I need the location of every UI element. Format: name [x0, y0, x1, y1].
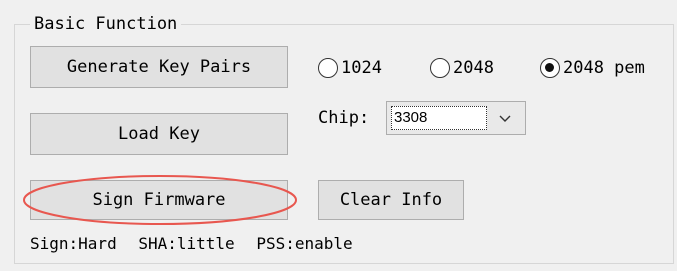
sign-firmware-button[interactable]: Sign Firmware [30, 180, 288, 220]
groupbox-title: Basic Function [30, 12, 182, 36]
status-line: Sign:Hard SHA:little PSS:enable [30, 233, 365, 255]
load-key-button[interactable]: Load Key [30, 113, 288, 155]
radio-checked-icon[interactable] [540, 58, 560, 78]
radio-2048-pem[interactable]: 2048 pem [540, 58, 645, 78]
radio-circle-icon[interactable] [430, 58, 450, 78]
clear-info-button[interactable]: Clear Info [318, 180, 464, 220]
radio-circle-icon[interactable] [318, 58, 338, 78]
radio-1024-label: 1024 [341, 58, 382, 78]
status-pss: PSS:enable [256, 234, 353, 253]
status-sign: Sign:Hard [30, 234, 117, 253]
chip-label: Chip: [318, 108, 370, 128]
radio-2048-pem-label: 2048 pem [563, 58, 645, 78]
chevron-down-icon[interactable] [495, 108, 515, 128]
radio-1024[interactable]: 1024 [318, 58, 382, 78]
radio-2048[interactable]: 2048 [430, 58, 494, 78]
chip-select[interactable]: 3308 [386, 101, 526, 135]
status-sha: SHA:little [138, 234, 235, 253]
generate-key-pairs-button[interactable]: Generate Key Pairs [30, 46, 288, 88]
chip-select-value[interactable]: 3308 [391, 106, 487, 130]
radio-2048-label: 2048 [453, 58, 494, 78]
